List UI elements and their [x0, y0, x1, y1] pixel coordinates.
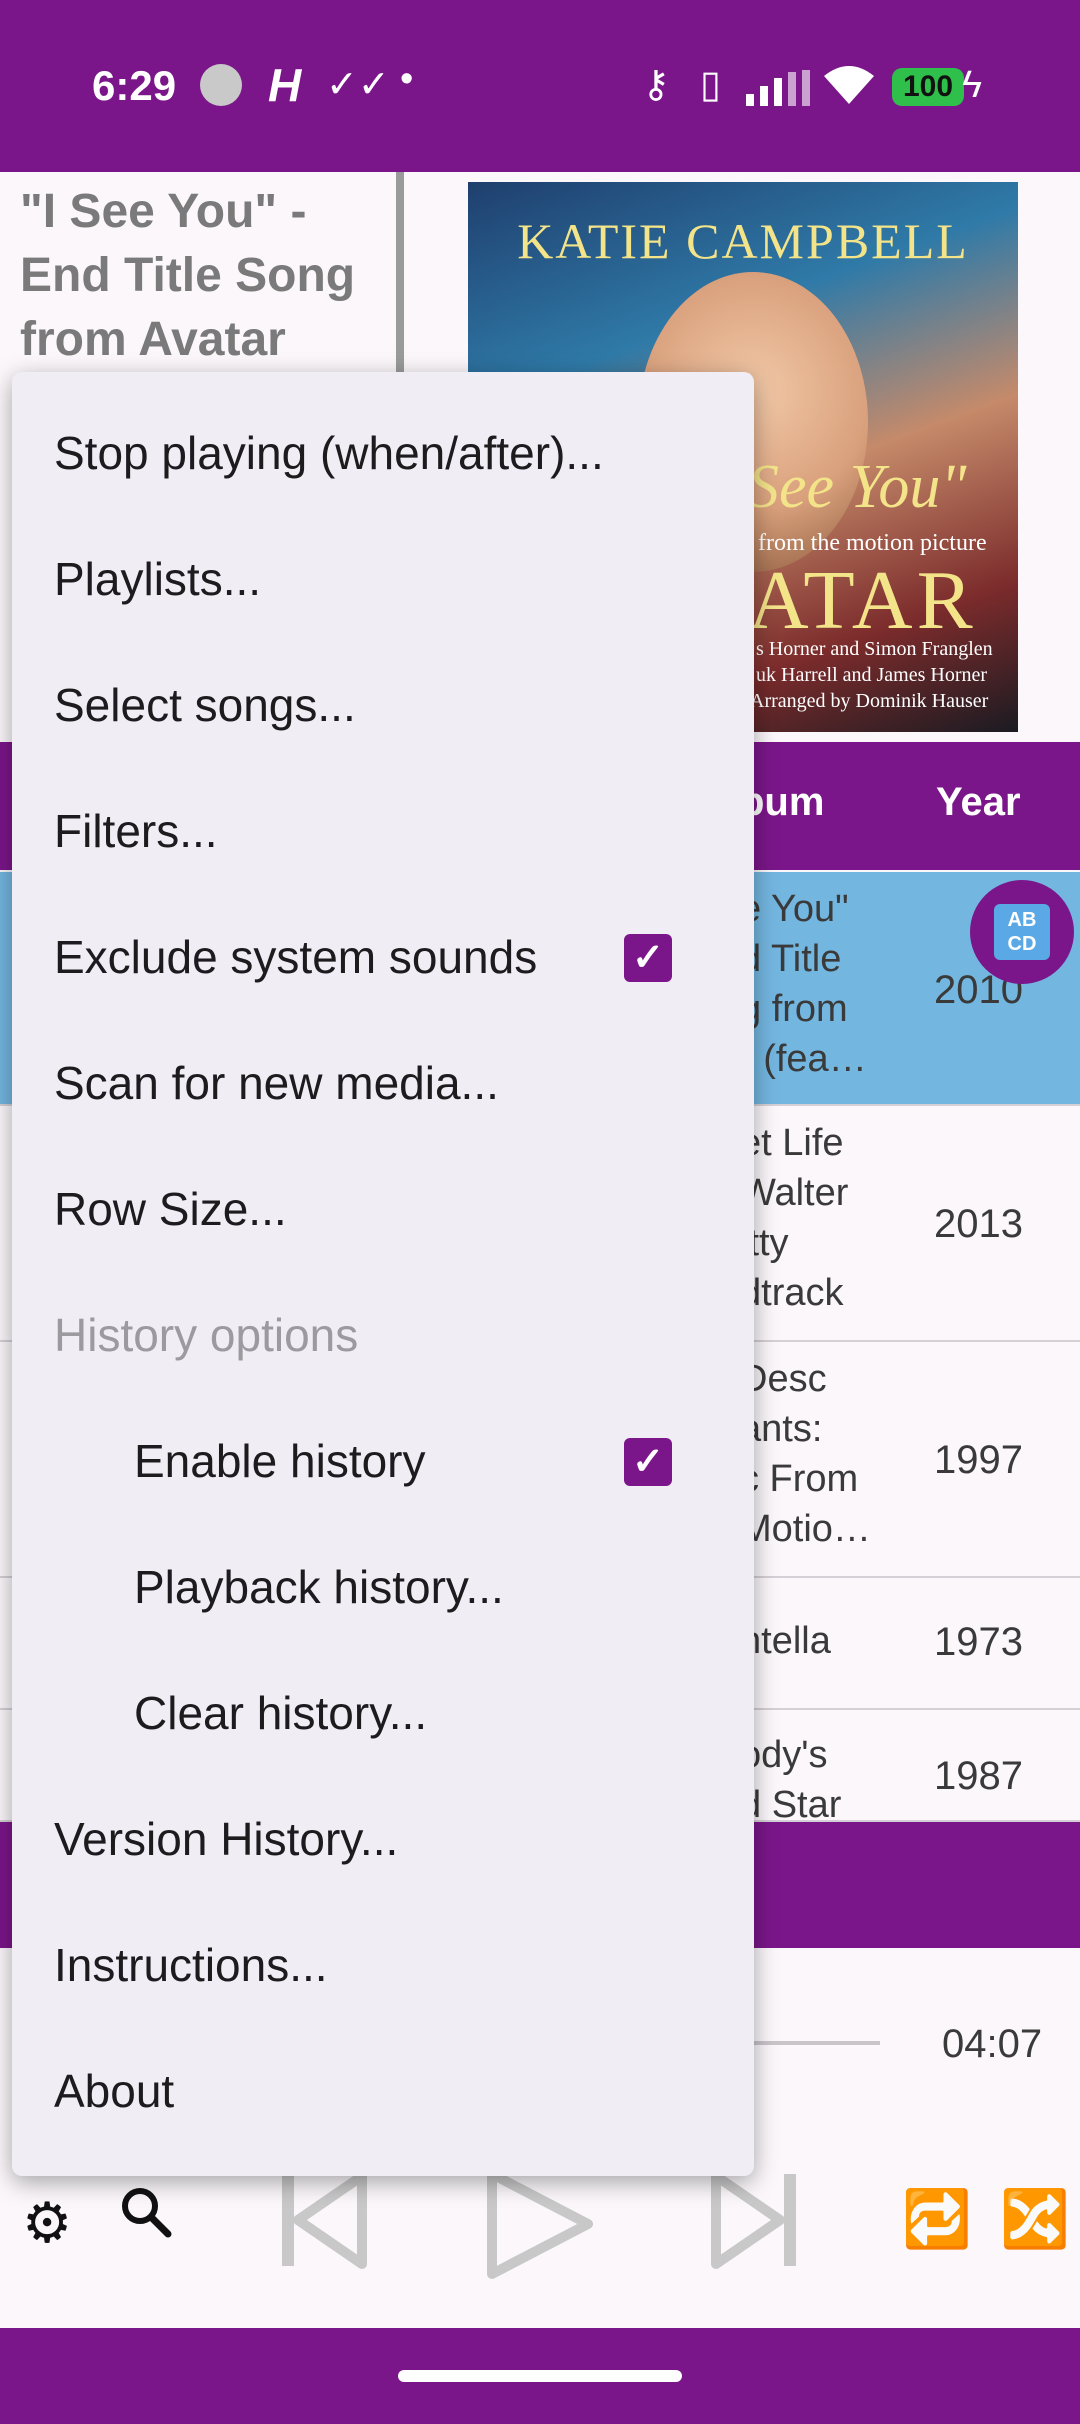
home-gesture-handle[interactable]: [398, 2370, 682, 2382]
row-album: ody's d Star: [740, 1734, 842, 1822]
double-check-icon: ✓✓: [326, 64, 390, 106]
next-icon[interactable]: [706, 2168, 802, 2277]
duration-label: 04:07: [942, 2022, 1043, 2066]
album-art-credit: uk Harrell and James Horner: [756, 664, 988, 686]
exclude-system-sounds-checkbox[interactable]: ✓: [624, 934, 672, 982]
battery-icon: 100: [892, 68, 964, 106]
dot-icon: •: [400, 58, 414, 100]
status-bar: 6:29 H ✓✓ • ⚷ ▯ 100 ϟ: [0, 0, 1080, 172]
row-album: et Life Walter itty dtrack: [740, 1122, 849, 1314]
status-time: 6:29: [92, 62, 177, 109]
title-divider: [396, 172, 404, 372]
album-art-artist: KATIE CAMPBELL: [517, 213, 969, 269]
shuffle-icon[interactable]: 🔀: [1000, 2186, 1070, 2252]
row-album: ntella: [740, 1620, 831, 1662]
abc-icon: AB CD: [994, 904, 1050, 960]
signal-icon: [746, 70, 812, 116]
play-icon[interactable]: [482, 2166, 598, 2287]
menu-section-history-options: History options: [54, 1309, 359, 1361]
previous-icon[interactable]: [276, 2168, 372, 2277]
menu-item-row-size[interactable]: Row Size...: [54, 1182, 287, 1236]
menu-item-scan-media[interactable]: Scan for new media...: [54, 1056, 499, 1110]
vpn-key-icon: ⚷: [642, 64, 670, 106]
avatar-icon: [200, 64, 242, 106]
charging-icon: ϟ: [962, 64, 983, 106]
menu-item-about[interactable]: About: [54, 2064, 174, 2118]
menu-item-filters[interactable]: Filters...: [54, 804, 218, 858]
column-header-year[interactable]: Year: [936, 780, 1021, 825]
row-year: 2013: [934, 1202, 1023, 1246]
album-art-song: See You": [748, 453, 967, 521]
row-album: e You" d Title g from r (fea…: [740, 888, 867, 1080]
menu-item-select-songs[interactable]: Select songs...: [54, 678, 356, 732]
menu-item-clear-history[interactable]: Clear history...: [134, 1686, 427, 1740]
menu-item-enable-history[interactable]: Enable history: [134, 1434, 426, 1488]
now-playing-title: "I See You" - End Title Song from Avatar: [20, 185, 356, 366]
album-art-credit: Arranged by Dominik Hauser: [750, 690, 989, 712]
row-year: 1987: [934, 1754, 1023, 1798]
overflow-menu: Stop playing (when/after)... Playlists..…: [12, 372, 754, 2176]
vibrate-icon: ▯: [700, 64, 721, 106]
row-album: Desc ants: c From Motio…: [740, 1358, 871, 1550]
menu-item-playlists[interactable]: Playlists...: [54, 552, 261, 606]
search-icon[interactable]: [118, 2184, 174, 2245]
sort-abc-button[interactable]: AB CD: [970, 880, 1074, 984]
h-app-icon: H: [268, 59, 302, 111]
menu-item-exclude-system-sounds[interactable]: Exclude system sounds: [54, 930, 537, 984]
enable-history-checkbox[interactable]: ✓: [624, 1438, 672, 1486]
menu-item-stop-playing[interactable]: Stop playing (when/after)...: [54, 426, 604, 480]
repeat-icon[interactable]: 🔁: [902, 2186, 972, 2252]
row-year: 1997: [934, 1438, 1023, 1482]
menu-item-version-history[interactable]: Version History...: [54, 1812, 398, 1866]
wifi-icon: [822, 62, 876, 116]
menu-item-playback-history[interactable]: Playback history...: [134, 1560, 504, 1614]
settings-icon[interactable]: ⚙: [22, 2190, 72, 2256]
row-year: 1973: [934, 1620, 1023, 1664]
menu-item-instructions[interactable]: Instructions...: [54, 1938, 328, 1992]
album-art-credit: s Horner and Simon Franglen: [756, 638, 993, 660]
album-art-movie: ATAR: [748, 554, 977, 647]
seek-bar[interactable]: [740, 2041, 880, 2045]
